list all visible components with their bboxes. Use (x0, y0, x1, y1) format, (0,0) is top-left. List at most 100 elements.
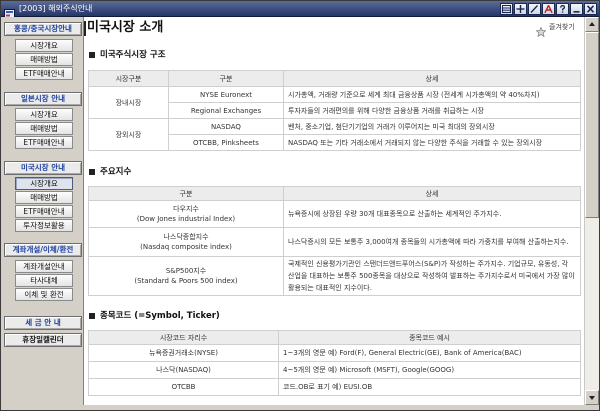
column-header-detail: 상세 (283, 70, 581, 87)
index-name-cell: S&P500지수 (Standard & Poors 500 index) (88, 256, 284, 296)
font-a-icon[interactable] (542, 3, 555, 15)
index-name-cell: 다우지수 (Dow Jones industrial Index) (88, 200, 284, 228)
column-header-category: 구분 (168, 70, 284, 87)
code-example-cell: 4~5개의 영문 예) Microsoft (MSFT), Google(GOO… (278, 361, 581, 379)
table-header-row: 구분 상세 (88, 186, 581, 201)
index-detail-cell: 국제적인 신용평가기관인 스탠더드앤드푸어스(S&P)가 작성하는 주가지수. … (283, 256, 581, 296)
sidebar-item-jp-trading-method[interactable]: 매매방법 (15, 122, 73, 135)
ticker-codes-table: 시장코드 자리수 종목코드 예시 뉴욕증권거래소(NYSE) 1~3개의 영문 … (88, 330, 581, 396)
index-detail-cell: 나스닥증시의 모든 보통주 3,000여개 종목들의 시가총액에 따라 가중치를… (283, 227, 581, 257)
exchange-cell: 뉴욕증권거래소(NYSE) (88, 344, 279, 362)
table-row: 장내시장 NYSE Euronext 시가총액, 거래량 기준으로 세계 최대 … (88, 86, 581, 119)
section-heading-major-indices: 주요지수 (88, 166, 568, 179)
sidebar-item-jp-etf-guide[interactable]: ETF매매안내 (15, 136, 73, 149)
vertical-scrollbar[interactable] (584, 17, 599, 405)
index-name-english: (Nasdaq composite index) (140, 243, 232, 251)
sidebar-holiday-calendar-button[interactable]: 휴장일캘린더 (4, 333, 82, 347)
index-name-english: (Dow Jones industrial Index) (136, 215, 236, 223)
sidebar-header-japan: 일본시장 안내 (4, 92, 82, 106)
market-detail-cell: 투자자들의 거래편의를 위해 다양한 금융상품 거래를 취급하는 시장 (283, 102, 581, 119)
market-name-cell: Regional Exchanges (168, 102, 284, 119)
market-structure-table: 시장구분 구분 상세 장내시장 NYSE Euronext 시가총액, 거래량 … (88, 70, 581, 151)
scroll-down-button[interactable] (585, 390, 599, 405)
market-type-cell: 장내시장 (88, 86, 169, 119)
scroll-up-button[interactable] (585, 17, 599, 32)
column-header-detail: 상세 (283, 186, 581, 201)
exchange-cell: 나스닥(NASDAQ) (88, 361, 279, 379)
section-heading-ticker-codes: 종목코드 (=Symbol, Ticker) (88, 310, 568, 323)
window-title: [2003] 해외주식안내 (19, 4, 93, 13)
sidebar-item-jp-market-overview[interactable]: 시장개요 (15, 108, 73, 121)
sidebar-header-usa: 미국시장 안내 (4, 161, 82, 175)
section-heading-market-structure: 미국주식시장 구조 (88, 49, 568, 62)
sidebar-item-hk-etf-guide[interactable]: ETF매매안내 (15, 67, 73, 80)
market-name-cell: OTCBB, Pinksheets (168, 134, 284, 151)
close-icon[interactable] (584, 3, 597, 15)
title-accent-bar (84, 21, 86, 36)
sidebar-item-hk-trading-method[interactable]: 매매방법 (15, 53, 73, 66)
sidebar-header-account: 계좌개설/이체/환전 (4, 243, 82, 257)
window-list-icon[interactable] (500, 3, 513, 15)
move-icon[interactable] (514, 3, 527, 15)
sidebar-item-transfer-exchange[interactable]: 이체 및 환전 (15, 288, 73, 301)
star-icon (535, 22, 547, 38)
sidebar-header-hongkong-china: 홍콩/중국시장안내 (4, 22, 82, 36)
sidebar-item-us-etf-guide[interactable]: ETF매매안내 (15, 205, 73, 218)
index-name: S&P500지수 (165, 267, 207, 275)
main-content: 미국시장 소개 즐겨찾기 미국주식시장 구조 시장구분 구분 상세 장내시장 N… (84, 17, 584, 405)
table-row: 나스닥(NASDAQ) 4~5개의 영문 예) Microsoft (MSFT)… (88, 361, 581, 379)
sidebar-item-us-investment-info[interactable]: 투자정보활용 (15, 219, 73, 232)
sidebar-item-us-market-overview[interactable]: 시장개요 (15, 177, 73, 190)
minimize-icon[interactable] (570, 3, 583, 15)
sidebar-item-us-trading-method[interactable]: 매매방법 (15, 191, 73, 204)
code-example-cell: 1~3개의 영문 예) Ford(F), General Electric(GE… (278, 344, 581, 362)
window: [2003] 해외주식안내 홍콩/중국시장안내 시장개요 매매방법 ETF매매안… (0, 0, 600, 411)
exchange-cell: OTCBB (88, 378, 279, 396)
sidebar-item-account-opening[interactable]: 계좌개설안내 (15, 260, 73, 273)
market-detail-cell: 벤처, 중소기업, 첨단기기업의 거래가 이루어지는 미국 최대의 장외시장 (283, 118, 581, 135)
column-header-code-example: 종목코드 예시 (278, 330, 581, 345)
market-name-cell: NASDAQ (168, 118, 284, 135)
bullet-icon (89, 313, 95, 319)
pencil-icon[interactable] (528, 3, 541, 15)
table-row: S&P500지수 (Standard & Poors 500 index) 국제… (88, 256, 581, 296)
title-bar-buttons (499, 3, 597, 15)
index-name: 다우지수 (173, 205, 199, 213)
index-detail-cell: 뉴욕증시에 상장된 우량 30개 대표종목으로 산출하는 세계적인 주가지수. (283, 200, 581, 228)
major-indices-table: 구분 상세 다우지수 (Dow Jones industrial Index) … (88, 186, 581, 296)
title-bar[interactable]: [2003] 해외주식안내 (1, 1, 599, 19)
market-detail-cell: NASDAQ 또는 기타 거래소에서 거래되지 않는 다양한 주식을 거래할 수… (283, 134, 581, 151)
table-header-row: 시장구분 구분 상세 (88, 70, 581, 87)
table-row: 다우지수 (Dow Jones industrial Index) 뉴욕증시에 … (88, 200, 581, 228)
favorite-button[interactable]: 즐겨찾기 (535, 21, 582, 38)
scrollbar-thumb[interactable] (585, 32, 599, 218)
app-icon (4, 4, 15, 19)
index-detail: 뉴욕증시에 상장된 우량 30개 대표종목으로 산출하는 세계적인 주가지수. (288, 210, 502, 218)
help-icon[interactable] (556, 3, 569, 15)
column-header-category: 구분 (88, 186, 284, 201)
table-row: OTCBB 코드.OB로 표기 예) EUSI.OB (88, 378, 581, 396)
index-detail: 나스닥증시의 모든 보통주 3,000여개 종목들의 시가총액에 따라 가중치를… (288, 238, 569, 246)
market-type-cell: 장외시장 (88, 118, 169, 151)
bullet-icon (89, 52, 95, 58)
sidebar-item-transfer-other-broker[interactable]: 타사대체 (15, 274, 73, 287)
index-name-english: (Standard & Poors 500 index) (134, 277, 238, 285)
column-header-market-type: 시장구분 (88, 70, 169, 87)
market-detail-cell: 시가총액, 거래량 기준으로 세계 최대 금융상품 시장 (전세계 시가총액의 … (283, 86, 581, 103)
sidebar-tax-guide-button[interactable]: 세 금 안 내 (4, 316, 82, 330)
bullet-icon (89, 169, 95, 175)
arrow-up-icon (589, 22, 595, 26)
index-name: 나스닥종합지수 (163, 233, 209, 241)
section-heading-text: 미국주식시장 구조 (100, 50, 166, 60)
section-heading-text: 주요지수 (100, 167, 132, 177)
table-row: 장외시장 NASDAQ 벤처, 중소기업, 첨단기기업의 거래가 이루어지는 미… (88, 118, 581, 151)
code-example-cell: 코드.OB로 표기 예) EUSI.OB (278, 378, 581, 396)
index-name-cell: 나스닥종합지수 (Nasdaq composite index) (88, 227, 284, 257)
column-header-code-length: 시장코드 자리수 (88, 330, 279, 345)
table-row: 뉴욕증권거래소(NYSE) 1~3개의 영문 예) Ford(F), Gener… (88, 344, 581, 362)
sidebar-item-hk-market-overview[interactable]: 시장개요 (15, 39, 73, 52)
arrow-down-icon (589, 396, 595, 400)
index-detail: 국제적인 신용평가기관인 스탠더드앤드푸어스(S&P)가 작성하는 주가지수. … (288, 260, 575, 292)
table-row: 나스닥종합지수 (Nasdaq composite index) 나스닥증시의 … (88, 227, 581, 257)
page-title: 미국시장 소개 (87, 20, 164, 35)
